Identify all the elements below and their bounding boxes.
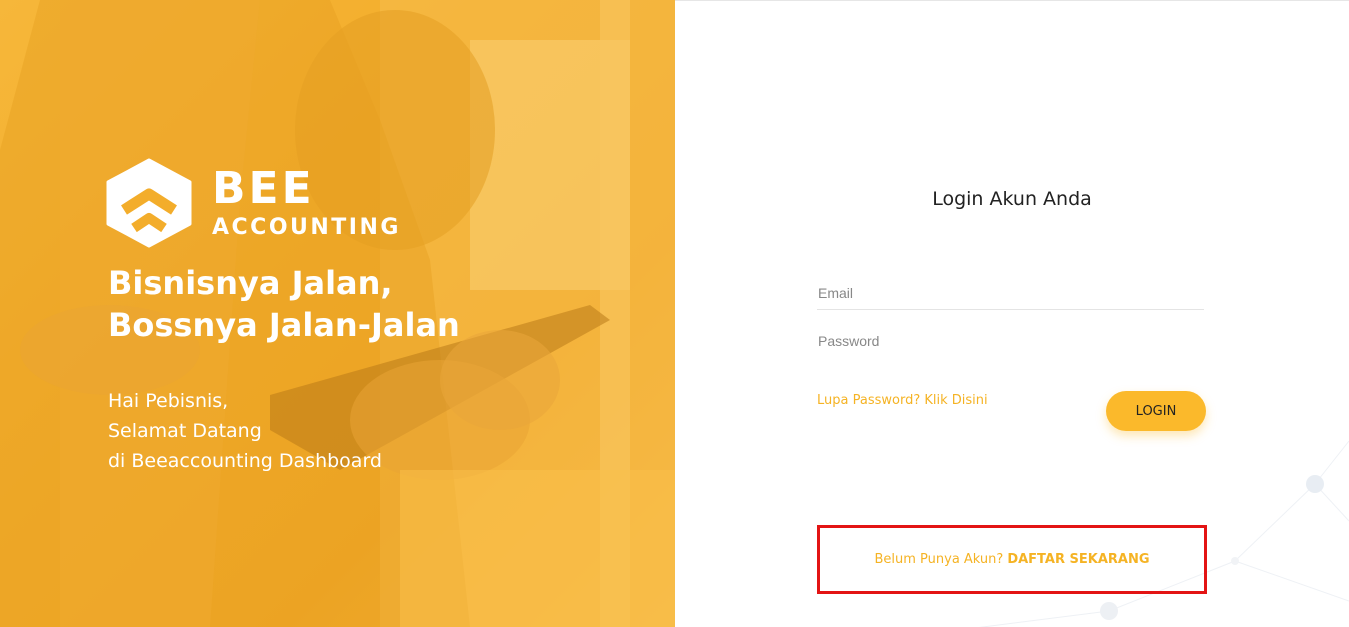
greeting-line-3: di Beeaccounting Dashboard [108, 450, 382, 472]
tagline-line-2: Bossnya Jalan-Jalan [108, 306, 460, 344]
login-title: Login Akun Anda [932, 188, 1092, 210]
register-link[interactable]: DAFTAR SEKARANG [1007, 552, 1149, 567]
password-field[interactable] [817, 324, 1204, 358]
login-page: BEE ACCOUNTING Bisnisnya Jalan, Bossnya … [0, 0, 1349, 627]
register-prompt: Belum Punya Akun? [874, 552, 1004, 567]
email-field[interactable] [817, 276, 1204, 310]
brand-name-bee: BEE [212, 163, 315, 214]
forgot-password-link[interactable]: Lupa Password? Klik Disini [817, 393, 988, 408]
greeting-line-1: Hai Pebisnis, [108, 390, 229, 412]
login-panel: Login Akun Anda Lupa Password? Klik Disi… [675, 0, 1349, 627]
brand-name-accounting: ACCOUNTING [212, 215, 401, 240]
brand-logo: BEE ACCOUNTING [106, 158, 401, 248]
greeting-line-2: Selamat Datang [108, 420, 262, 442]
register-highlight-box: Belum Punya Akun? DAFTAR SEKARANG [817, 525, 1207, 594]
brand-wordmark: BEE ACCOUNTING [212, 167, 401, 239]
tagline-line-1: Bisnisnya Jalan, [108, 264, 393, 302]
hexagon-logo-icon [106, 158, 192, 248]
login-button[interactable]: LOGIN [1106, 391, 1206, 431]
hero-panel: BEE ACCOUNTING Bisnisnya Jalan, Bossnya … [0, 0, 675, 627]
hero-tagline: Bisnisnya Jalan, Bossnya Jalan-Jalan [108, 262, 460, 346]
hero-greeting: Hai Pebisnis, Selamat Datang di Beeaccou… [108, 386, 382, 476]
